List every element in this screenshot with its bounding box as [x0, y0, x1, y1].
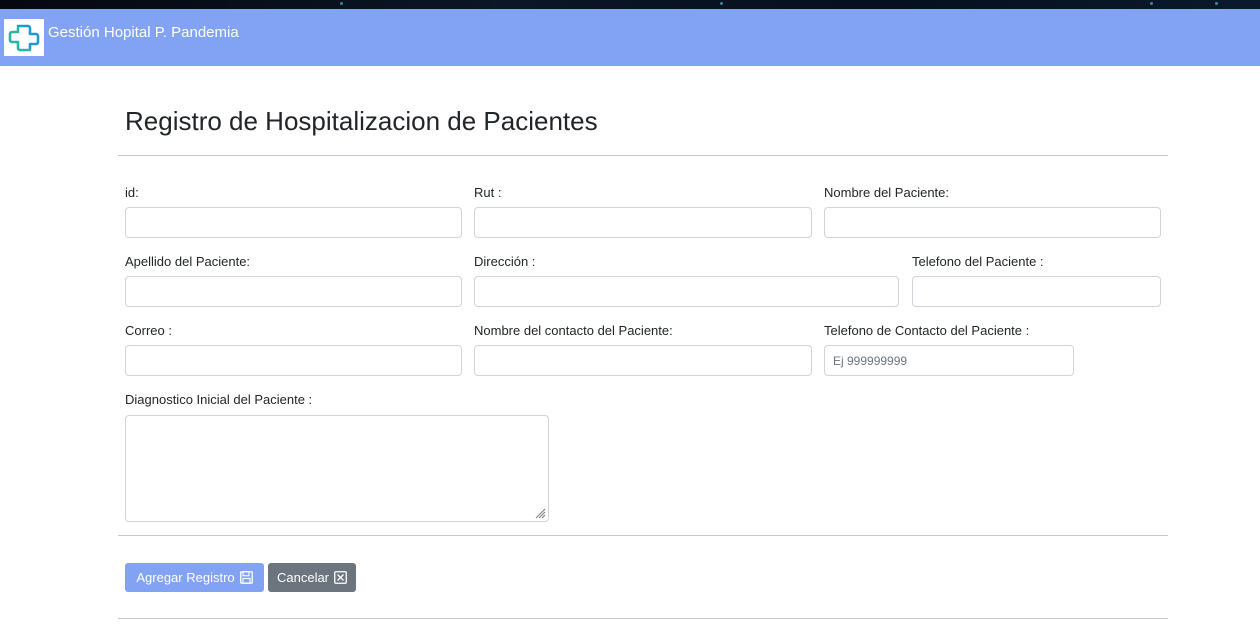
nombre-input[interactable]	[824, 207, 1161, 238]
contacto-telefono-label: Telefono de Contacto del Paciente :	[824, 323, 1030, 338]
correo-label: Correo :	[125, 323, 172, 338]
id-input[interactable]	[125, 207, 462, 238]
contacto-nombre-input[interactable]	[474, 345, 812, 376]
app-title[interactable]: Gestión Hopital P. Pandemia	[48, 24, 239, 41]
navbar: Gestión Hopital P. Pandemia	[0, 9, 1260, 66]
apellido-label: Apellido del Paciente:	[125, 254, 251, 269]
resize-grip-icon[interactable]	[534, 507, 546, 519]
contacto-nombre-label: Nombre del contacto del Paciente:	[474, 323, 673, 338]
id-label: id:	[125, 185, 139, 200]
close-box-icon	[334, 571, 347, 584]
nombre-label: Nombre del Paciente:	[824, 185, 950, 200]
page-title: Registro de Hospitalizacion de Pacientes	[125, 106, 598, 136]
rut-input[interactable]	[474, 207, 812, 238]
hospital-logo-icon[interactable]	[4, 19, 44, 56]
divider	[118, 535, 1168, 536]
direccion-input[interactable]	[474, 276, 899, 307]
floppy-disk-icon	[239, 571, 253, 584]
divider	[118, 155, 1168, 156]
apellido-input[interactable]	[125, 276, 462, 307]
rut-label: Rut :	[474, 185, 502, 200]
contacto-telefono-input[interactable]	[824, 345, 1074, 376]
cancelar-button[interactable]: Cancelar	[268, 563, 356, 592]
diagnostico-textarea[interactable]	[125, 415, 549, 522]
diagnostico-label: Diagnostico Inicial del Paciente :	[125, 392, 313, 407]
divider	[118, 618, 1168, 619]
telefono-label: Telefono del Paciente :	[912, 254, 1044, 269]
cancelar-label: Cancelar	[276, 570, 330, 585]
top-decorative-strip	[0, 0, 1260, 9]
telefono-input[interactable]	[912, 276, 1161, 307]
direccion-label: Dirección :	[474, 254, 536, 269]
agregar-registro-button[interactable]: Agregar Registro	[125, 563, 264, 592]
agregar-registro-label: Agregar Registro	[136, 570, 235, 585]
correo-input[interactable]	[125, 345, 462, 376]
